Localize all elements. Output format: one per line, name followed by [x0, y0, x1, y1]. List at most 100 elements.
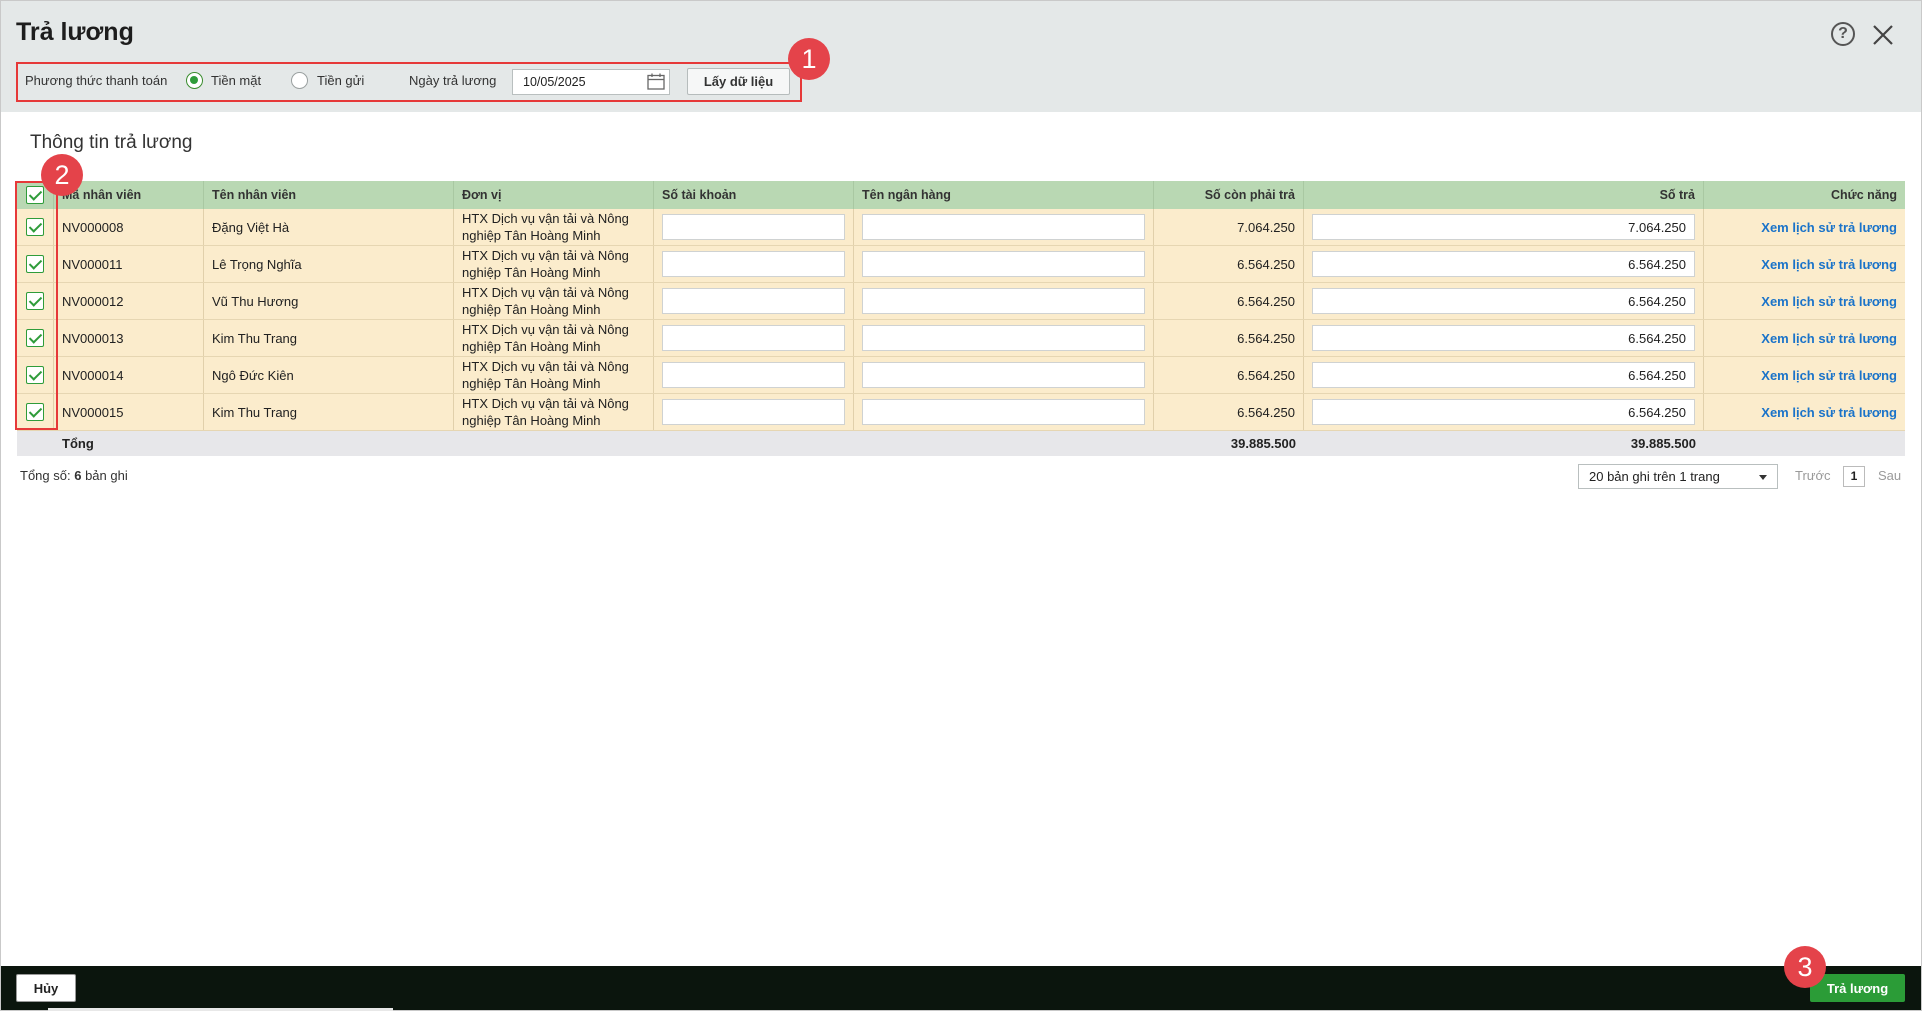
employee-name: Ngô Đức Kiên — [204, 357, 454, 393]
view-pay-history-link[interactable]: Xem lịch sử trả lương — [1761, 220, 1897, 235]
help-icon[interactable]: ? — [1831, 22, 1855, 46]
payment-method-label: Phương thức thanh toán — [25, 73, 168, 88]
employee-code: NV000015 — [54, 394, 204, 430]
pay-amount-input[interactable]: 6.564.250 — [1312, 288, 1695, 314]
remaining-amount: 6.564.250 — [1154, 246, 1304, 282]
section-title: Thông tin trả lương — [30, 132, 193, 153]
account-number-input[interactable] — [662, 325, 845, 351]
dialog-title: Trả lương — [16, 18, 134, 46]
col-pay-amount[interactable]: Số trả — [1304, 181, 1704, 209]
view-pay-history-link[interactable]: Xem lịch sử trả lương — [1761, 405, 1897, 420]
employee-name: Vũ Thu Hương — [204, 283, 454, 319]
employee-code: NV000014 — [54, 357, 204, 393]
annotation-badge-2: 2 — [41, 154, 83, 196]
radio-cash-label[interactable]: Tiền mặt — [211, 73, 261, 88]
radio-deposit-label[interactable]: Tiền gửi — [317, 73, 364, 88]
remaining-amount: 6.564.250 — [1154, 320, 1304, 356]
table-row: NV000014 Ngô Đức Kiên HTX Dịch vụ vận tải … — [17, 357, 1905, 394]
table-row: NV000008 Đặng Việt Hà HTX Dịch vụ vận tải … — [17, 209, 1905, 246]
employee-code: NV000012 — [54, 283, 204, 319]
bank-name-input[interactable] — [862, 214, 1145, 240]
radio-deposit[interactable] — [291, 72, 308, 89]
employee-code: NV000008 — [54, 209, 204, 245]
pay-amount-input[interactable]: 6.564.250 — [1312, 362, 1695, 388]
col-bank-name[interactable]: Tên ngân hàng — [854, 181, 1154, 209]
table-row: NV000012 Vũ Thu Hương HTX Dịch vụ vận tải … — [17, 283, 1905, 320]
account-number-input[interactable] — [662, 362, 845, 388]
account-number-cell — [654, 246, 854, 282]
bank-name-input[interactable] — [862, 362, 1145, 388]
action-cell: Xem lịch sử trả lương — [1704, 209, 1905, 245]
action-cell: Xem lịch sử trả lương — [1704, 283, 1905, 319]
pay-amount-cell: 6.564.250 — [1304, 283, 1704, 319]
account-number-input[interactable] — [662, 214, 845, 240]
view-pay-history-link[interactable]: Xem lịch sử trả lương — [1761, 331, 1897, 346]
footer-bar — [1, 966, 1921, 1010]
current-page[interactable]: 1 — [1843, 466, 1865, 487]
annotation-badge-1: 1 — [788, 38, 830, 80]
bank-name-input[interactable] — [862, 325, 1145, 351]
page-size-select[interactable]: 20 bản ghi trên 1 trang — [1578, 464, 1778, 489]
total-pay: 39.885.500 — [1630, 436, 1696, 451]
record-count-prefix: Tổng số: — [20, 468, 71, 483]
col-remaining[interactable]: Số còn phải trả — [1154, 181, 1304, 209]
record-count: Tổng số: 6 bản ghi — [20, 468, 128, 483]
bank-name-cell — [854, 394, 1154, 430]
account-number-input[interactable] — [662, 251, 845, 277]
action-cell: Xem lịch sử trả lương — [1704, 357, 1905, 393]
annotation-badge-3: 3 — [1784, 946, 1826, 988]
bank-name-cell — [854, 357, 1154, 393]
col-employee-name[interactable]: Tên nhân viên — [204, 181, 454, 209]
bank-name-input[interactable] — [862, 251, 1145, 277]
prev-page-button[interactable]: Trước — [1795, 468, 1831, 483]
table-row: NV000013 Kim Thu Trang HTX Dịch vụ vận tải… — [17, 320, 1905, 357]
pay-amount-input[interactable]: 6.564.250 — [1312, 399, 1695, 425]
employee-code: NV000011 — [54, 246, 204, 282]
view-pay-history-link[interactable]: Xem lịch sử trả lương — [1761, 368, 1897, 383]
account-number-cell — [654, 394, 854, 430]
page-size-value: 20 bản ghi trên 1 trang — [1589, 469, 1720, 484]
employee-name: Đặng Việt Hà — [204, 209, 454, 245]
table-row: NV000011 Lê Trọng Nghĩa HTX Dịch vụ vận tả… — [17, 246, 1905, 283]
bank-name-cell — [854, 209, 1154, 245]
pay-amount-input[interactable]: 6.564.250 — [1312, 251, 1695, 277]
view-pay-history-link[interactable]: Xem lịch sử trả lương — [1761, 257, 1897, 272]
table-row: NV000015 Kim Thu Trang HTX Dịch vụ vận tải… — [17, 394, 1905, 431]
record-count-suffix: bản ghi — [85, 468, 128, 483]
account-number-input[interactable] — [662, 399, 845, 425]
col-account-number[interactable]: Số tài khoản — [654, 181, 854, 209]
radio-cash[interactable] — [186, 72, 203, 89]
calendar-icon[interactable] — [647, 73, 665, 90]
table-header: Mã nhân viên Tên nhân viên Đơn vị Số tài… — [17, 181, 1905, 209]
employee-unit: HTX Dịch vụ vận tải và Nông nghiệp Tân H… — [454, 357, 654, 393]
employee-name: Kim Thu Trang — [204, 394, 454, 430]
total-label: Tổng — [62, 436, 94, 451]
account-number-input[interactable] — [662, 288, 845, 314]
pay-date-label: Ngày trả lương — [409, 73, 497, 88]
pay-amount-input[interactable]: 7.064.250 — [1312, 214, 1695, 240]
close-icon[interactable] — [1870, 22, 1896, 48]
action-cell: Xem lịch sử trả lương — [1704, 246, 1905, 282]
pay-amount-cell: 6.564.250 — [1304, 320, 1704, 356]
account-number-cell — [654, 283, 854, 319]
remaining-amount: 6.564.250 — [1154, 283, 1304, 319]
bank-name-input[interactable] — [862, 288, 1145, 314]
pay-salary-button[interactable]: Trả lương — [1810, 974, 1905, 1002]
bank-name-cell — [854, 320, 1154, 356]
employee-code: NV000013 — [54, 320, 204, 356]
bank-name-cell — [854, 283, 1154, 319]
next-page-button[interactable]: Sau — [1878, 468, 1901, 483]
bank-name-input[interactable] — [862, 399, 1145, 425]
remaining-amount: 7.064.250 — [1154, 209, 1304, 245]
fetch-data-button[interactable]: Lấy dữ liệu — [687, 68, 790, 95]
chevron-down-icon — [1759, 475, 1767, 480]
account-number-cell — [654, 320, 854, 356]
col-unit[interactable]: Đơn vị — [454, 181, 654, 209]
remaining-amount: 6.564.250 — [1154, 394, 1304, 430]
view-pay-history-link[interactable]: Xem lịch sử trả lương — [1761, 294, 1897, 309]
cancel-button[interactable]: Hủy — [16, 974, 76, 1002]
pay-amount-cell: 6.564.250 — [1304, 394, 1704, 430]
employee-unit: HTX Dịch vụ vận tải và Nông nghiệp Tân H… — [454, 320, 654, 356]
pay-amount-input[interactable]: 6.564.250 — [1312, 325, 1695, 351]
action-cell: Xem lịch sử trả lương — [1704, 320, 1905, 356]
